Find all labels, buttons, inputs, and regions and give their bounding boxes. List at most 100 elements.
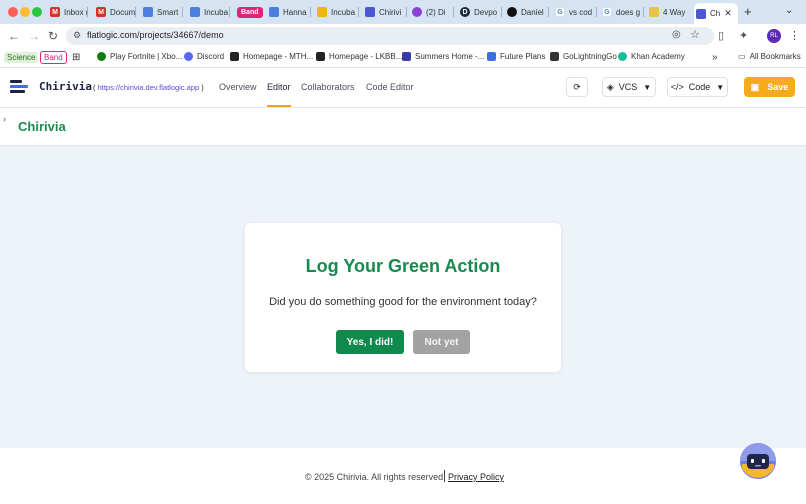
lkbb-icon — [316, 52, 325, 61]
card-title: Log Your Green Action — [305, 256, 501, 276]
page-footer: © 2025 Chirivia. All rights reserved. Pr… — [0, 448, 806, 504]
reading-list-icon[interactable]: ▯ — [718, 29, 724, 42]
bookmark-item[interactable]: GoLightningGo — [550, 52, 617, 61]
browser-tab[interactable]: Chirivi — [363, 3, 407, 21]
folder-icon: ▭ — [738, 52, 746, 61]
bookmark-item[interactable]: Homepage - LKBB... — [316, 52, 402, 61]
active-tab-indicator — [267, 105, 291, 107]
address-bar: ← → ↻ ⚙ flatlogic.com/projects/34667/dem… — [0, 24, 806, 48]
project-url-link[interactable]: ( https://chirivia.dev.flatlogic.app ) — [93, 83, 204, 92]
gmail-icon: M — [50, 7, 60, 17]
bookmark-item[interactable]: Homepage - MTH... — [230, 52, 313, 61]
card-question: Did you do something good for the enviro… — [269, 296, 537, 308]
refresh-icon: ⟳ — [573, 81, 581, 92]
footer-divider — [444, 470, 445, 482]
browser-tab-strip: M Inbox ( M Docum Smart Incuba Band Hanna … — [0, 0, 806, 24]
more-icon[interactable]: ⋮ — [789, 29, 800, 42]
browser-tab[interactable]: Smart — [141, 3, 183, 21]
browser-tab[interactable]: 4 Way — [647, 3, 691, 21]
code-icon: </> — [670, 82, 684, 92]
bookmark-item[interactable]: Future Plans — [487, 52, 545, 61]
khan-academy-icon — [618, 52, 627, 61]
app-header: Chirivia ( https://chirivia.dev.flatlogi… — [0, 68, 806, 108]
docs-icon — [190, 7, 200, 17]
save-button[interactable]: ▣ Save — [744, 77, 795, 97]
flatlogic-logo-icon[interactable] — [10, 80, 28, 96]
project-name: Chirivia — [39, 80, 92, 93]
discord-icon — [184, 52, 193, 61]
browser-tab[interactable]: M Inbox ( — [48, 3, 88, 21]
nav-overview[interactable]: Overview — [219, 82, 257, 92]
back-icon[interactable]: ← — [8, 29, 20, 43]
eye-off-icon[interactable]: ◎ — [672, 29, 681, 40]
notification-icon — [412, 7, 422, 17]
chevron-right-icon[interactable]: › — [3, 114, 6, 124]
close-window-icon[interactable] — [8, 7, 18, 17]
browser-tab-active[interactable]: Ch ✕ — [694, 3, 738, 24]
bookmark-item[interactable]: Play Fortnite | Xbo... — [97, 52, 182, 61]
git-icon: ◈ — [606, 81, 614, 92]
more-bookmarks-icon[interactable]: » — [712, 52, 718, 63]
new-tab-icon[interactable]: + — [744, 4, 752, 19]
minimize-window-icon[interactable] — [20, 7, 30, 17]
profile-avatar[interactable]: RL — [767, 29, 781, 43]
chirivia-icon — [365, 7, 375, 17]
bookmark-star-icon[interactable]: ☆ — [690, 28, 700, 41]
browser-tab[interactable]: Incuba — [315, 3, 359, 21]
close-tab-icon[interactable]: ✕ — [724, 8, 732, 19]
mth-icon — [230, 52, 239, 61]
docs-icon — [269, 7, 279, 17]
browser-tab[interactable]: Gdoes g — [600, 3, 644, 21]
google-icon: G — [602, 7, 612, 17]
code-dropdown[interactable]: </> Code ▼ — [667, 77, 728, 97]
green-action-card: Log Your Green Action Did you do somethi… — [245, 223, 561, 372]
forward-icon[interactable]: → — [28, 29, 40, 43]
chatbot-robot-icon[interactable] — [739, 442, 777, 480]
nav-code-editor[interactable]: Code Editor — [366, 82, 414, 92]
vcs-dropdown[interactable]: ◈ VCS ▼ — [602, 77, 656, 97]
browser-tab[interactable]: M Docum — [94, 3, 136, 21]
chevron-down-icon: ▼ — [643, 82, 652, 92]
browser-tab[interactable]: Daniel — [505, 3, 549, 21]
privacy-policy-link[interactable]: Privacy Policy — [448, 472, 504, 482]
page-title: Chirivia — [18, 119, 66, 134]
apps-grid-icon[interactable]: ⊞ — [72, 52, 80, 63]
google-icon: G — [555, 7, 565, 17]
xbox-icon — [97, 52, 106, 61]
not-yet-button[interactable]: Not yet — [413, 330, 470, 354]
bookmark-item[interactable]: Discord — [184, 52, 224, 61]
copyright-text: © 2025 Chirivia. All rights reserved. — [305, 472, 446, 482]
refresh-button[interactable]: ⟳ — [566, 77, 588, 97]
browser-tab[interactable]: D Devpo — [458, 3, 502, 21]
url-text: flatlogic.com/projects/34667/demo — [87, 30, 224, 40]
maximize-window-icon[interactable] — [32, 7, 42, 17]
devpost-icon: D — [460, 7, 470, 17]
site-info-icon[interactable]: ⚙ — [73, 30, 81, 41]
folder-icon — [649, 7, 659, 17]
browser-tab-band[interactable]: Band — [235, 3, 263, 21]
browser-tab[interactable]: Incuba — [188, 3, 230, 21]
github-icon — [507, 7, 517, 17]
chevron-down-icon: ▼ — [716, 82, 725, 92]
bookmark-band[interactable]: Band — [40, 51, 67, 64]
band-icon: Band — [237, 6, 263, 18]
extensions-icon[interactable]: ✦ — [739, 29, 748, 42]
bookmark-item[interactable]: Summers Home -... — [402, 52, 484, 61]
all-bookmarks[interactable]: ▭ All Bookmarks — [738, 52, 801, 61]
summers-icon — [402, 52, 411, 61]
browser-tab[interactable]: (2) Di — [410, 3, 454, 21]
browser-tab[interactable]: Hanna — [267, 3, 311, 21]
bookmark-science[interactable]: Science — [4, 52, 39, 63]
slides-icon — [317, 7, 327, 17]
save-icon: ▣ — [750, 81, 760, 92]
nav-collaborators[interactable]: Collaborators — [301, 82, 355, 92]
golightninggo-icon — [550, 52, 559, 61]
yes-button[interactable]: Yes, I did! — [336, 330, 404, 354]
gmail-icon: M — [96, 7, 106, 17]
reload-icon[interactable]: ↻ — [48, 29, 58, 43]
browser-tab[interactable]: Gvs cod — [553, 3, 597, 21]
chevron-down-icon[interactable]: ⌄ — [785, 5, 793, 16]
nav-editor[interactable]: Editor — [267, 82, 291, 92]
url-field[interactable]: ⚙ flatlogic.com/projects/34667/demo ◎ ☆ — [66, 27, 714, 45]
bookmark-item[interactable]: Khan Academy — [618, 52, 685, 61]
